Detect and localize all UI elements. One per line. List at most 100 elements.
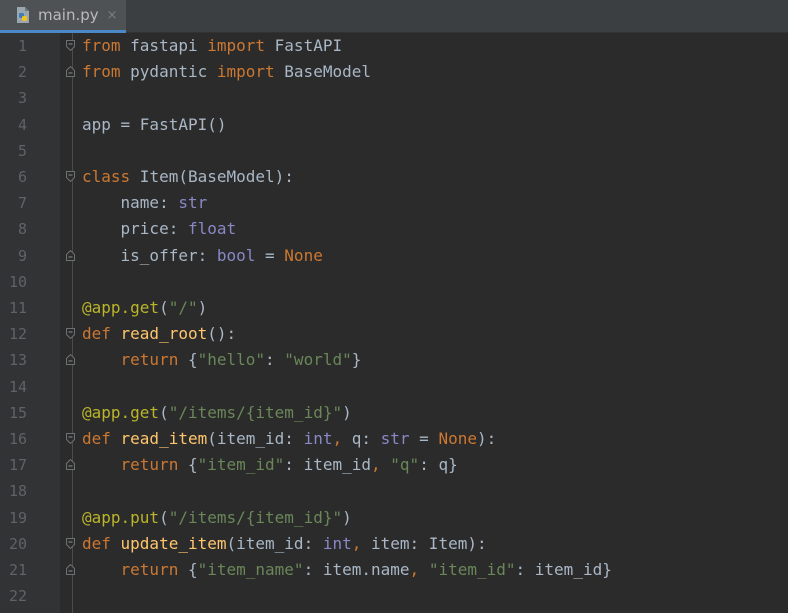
- code-line[interactable]: 15 @app.get("/items/{item_id}"): [0, 400, 788, 426]
- code-token: return: [120, 455, 179, 475]
- python-file-icon: [14, 6, 32, 24]
- code-token: int: [322, 533, 352, 553]
- code-token: @app.get: [82, 402, 160, 422]
- fold-open-icon[interactable]: [66, 328, 75, 340]
- code-text: name: str: [82, 190, 208, 216]
- code-line[interactable]: 3: [0, 85, 788, 111]
- code-token: read_item: [120, 429, 208, 448]
- code-line[interactable]: 22: [0, 583, 788, 609]
- code-line[interactable]: 21 return {"item_name": item.name, "item…: [0, 557, 788, 583]
- code-token: return: [120, 350, 179, 370]
- code-line[interactable]: 6 class Item(BaseModel):: [0, 164, 788, 190]
- code-token: bool: [216, 245, 256, 265]
- code-token: def: [82, 324, 121, 344]
- code-line[interactable]: 8 price: float: [0, 216, 788, 242]
- code-token: ,: [371, 455, 381, 475]
- line-number: 12: [8, 325, 27, 344]
- code-line[interactable]: 10: [0, 269, 788, 295]
- code-line[interactable]: 2 from pydantic import BaseModel: [0, 59, 788, 85]
- code-token: name:: [82, 193, 179, 213]
- line-number: 1: [17, 37, 27, 55]
- code-token: : item_id: [284, 455, 371, 475]
- code-line[interactable]: 20 def update_item(item_id: int, item: It…: [0, 531, 788, 557]
- code-line[interactable]: 11 @app.get("/"): [0, 295, 788, 321]
- fold-end-icon[interactable]: [66, 249, 75, 261]
- code-token: "item_id": [428, 560, 516, 579]
- line-number: 8: [17, 220, 27, 239]
- code-token: "/items/{item_id}": [168, 507, 343, 527]
- code-token: (: [159, 402, 169, 422]
- code-token: return: [120, 560, 179, 579]
- code-token: pydantic: [120, 62, 217, 82]
- code-token: @app.put: [82, 507, 160, 527]
- line-number: 16: [8, 430, 27, 448]
- code-line[interactable]: 1 from fastapi import FastAPI: [0, 33, 788, 59]
- code-token: (: [159, 298, 169, 317]
- code-token: ,: [332, 429, 343, 448]
- code-token: ,: [351, 533, 362, 553]
- fold-open-icon[interactable]: [66, 40, 75, 51]
- fold-open-icon[interactable]: [66, 171, 75, 182]
- code-token: (item_id:: [207, 429, 304, 448]
- line-number: 7: [17, 194, 27, 213]
- code-token: def: [82, 429, 121, 448]
- line-number: 21: [8, 561, 27, 579]
- code-token: None: [438, 429, 477, 448]
- fold-end-icon[interactable]: [66, 354, 75, 366]
- line-number: 20: [8, 534, 27, 553]
- tab-main-py[interactable]: main.py ×: [0, 0, 126, 33]
- code-text: @app.get("/items/{item_id}"): [82, 400, 352, 426]
- code-text: return {"hello": "world"}: [82, 347, 362, 373]
- code-token: q:: [342, 429, 381, 448]
- code-token: int: [303, 429, 333, 448]
- code-token: is_offer:: [82, 245, 217, 265]
- fold-open-icon[interactable]: [66, 433, 75, 444]
- code-line[interactable]: 7 name: str: [0, 190, 788, 216]
- code-line[interactable]: 4 app = FastAPI(): [0, 112, 788, 138]
- code-token: : item_id}: [515, 560, 612, 579]
- code-line[interactable]: 12 def read_root():: [0, 321, 788, 347]
- code-token: def: [82, 533, 121, 553]
- code-token: item: Item):: [361, 533, 487, 553]
- code-token: :: [265, 350, 285, 370]
- line-number: 18: [8, 482, 27, 501]
- code-token: float: [187, 219, 237, 239]
- tab-close-icon[interactable]: ×: [107, 8, 118, 23]
- line-number: 15: [8, 403, 27, 422]
- code-token: (item_id:: [226, 533, 323, 553]
- code-line[interactable]: 5: [0, 138, 788, 164]
- line-number: 22: [8, 587, 27, 606]
- fold-end-icon[interactable]: [66, 459, 75, 471]
- line-number: 13: [8, 351, 27, 370]
- code-token: ): [342, 507, 352, 527]
- code-token: "item_id": [197, 455, 285, 475]
- code-line[interactable]: 13 return {"hello": "world"}: [0, 347, 788, 373]
- code-token: ): [342, 402, 352, 422]
- code-token: FastAPI: [265, 36, 343, 55]
- code-token: import: [207, 36, 266, 55]
- code-text: @app.put("/items/{item_id}"): [82, 505, 352, 531]
- code-token: read_root: [120, 324, 208, 344]
- code-token: {: [178, 560, 198, 579]
- code-line[interactable]: 16 def read_item(item_id: int, q: str = N…: [0, 426, 788, 452]
- code-text: app = FastAPI(): [82, 112, 227, 138]
- fold-end-icon[interactable]: [66, 564, 75, 575]
- code-line[interactable]: 19 @app.put("/items/{item_id}"): [0, 505, 788, 531]
- editor-tab-bar: main.py ×: [0, 0, 788, 33]
- code-text: is_offer: bool = None: [82, 243, 323, 269]
- code-line[interactable]: 17 return {"item_id": item_id, "q": q}: [0, 452, 788, 478]
- code-token: {: [178, 455, 198, 475]
- code-line[interactable]: 9 is_offer: bool = None: [0, 243, 788, 269]
- code-line[interactable]: 18: [0, 478, 788, 504]
- code-token: =: [255, 245, 285, 265]
- fold-open-icon[interactable]: [66, 537, 75, 549]
- code-token: ): [197, 298, 208, 317]
- code-token: ():: [207, 324, 237, 344]
- line-number: 9: [17, 246, 27, 265]
- fold-end-icon[interactable]: [66, 66, 75, 78]
- code-line[interactable]: 14: [0, 374, 788, 400]
- code-text: from fastapi import FastAPI: [82, 33, 342, 59]
